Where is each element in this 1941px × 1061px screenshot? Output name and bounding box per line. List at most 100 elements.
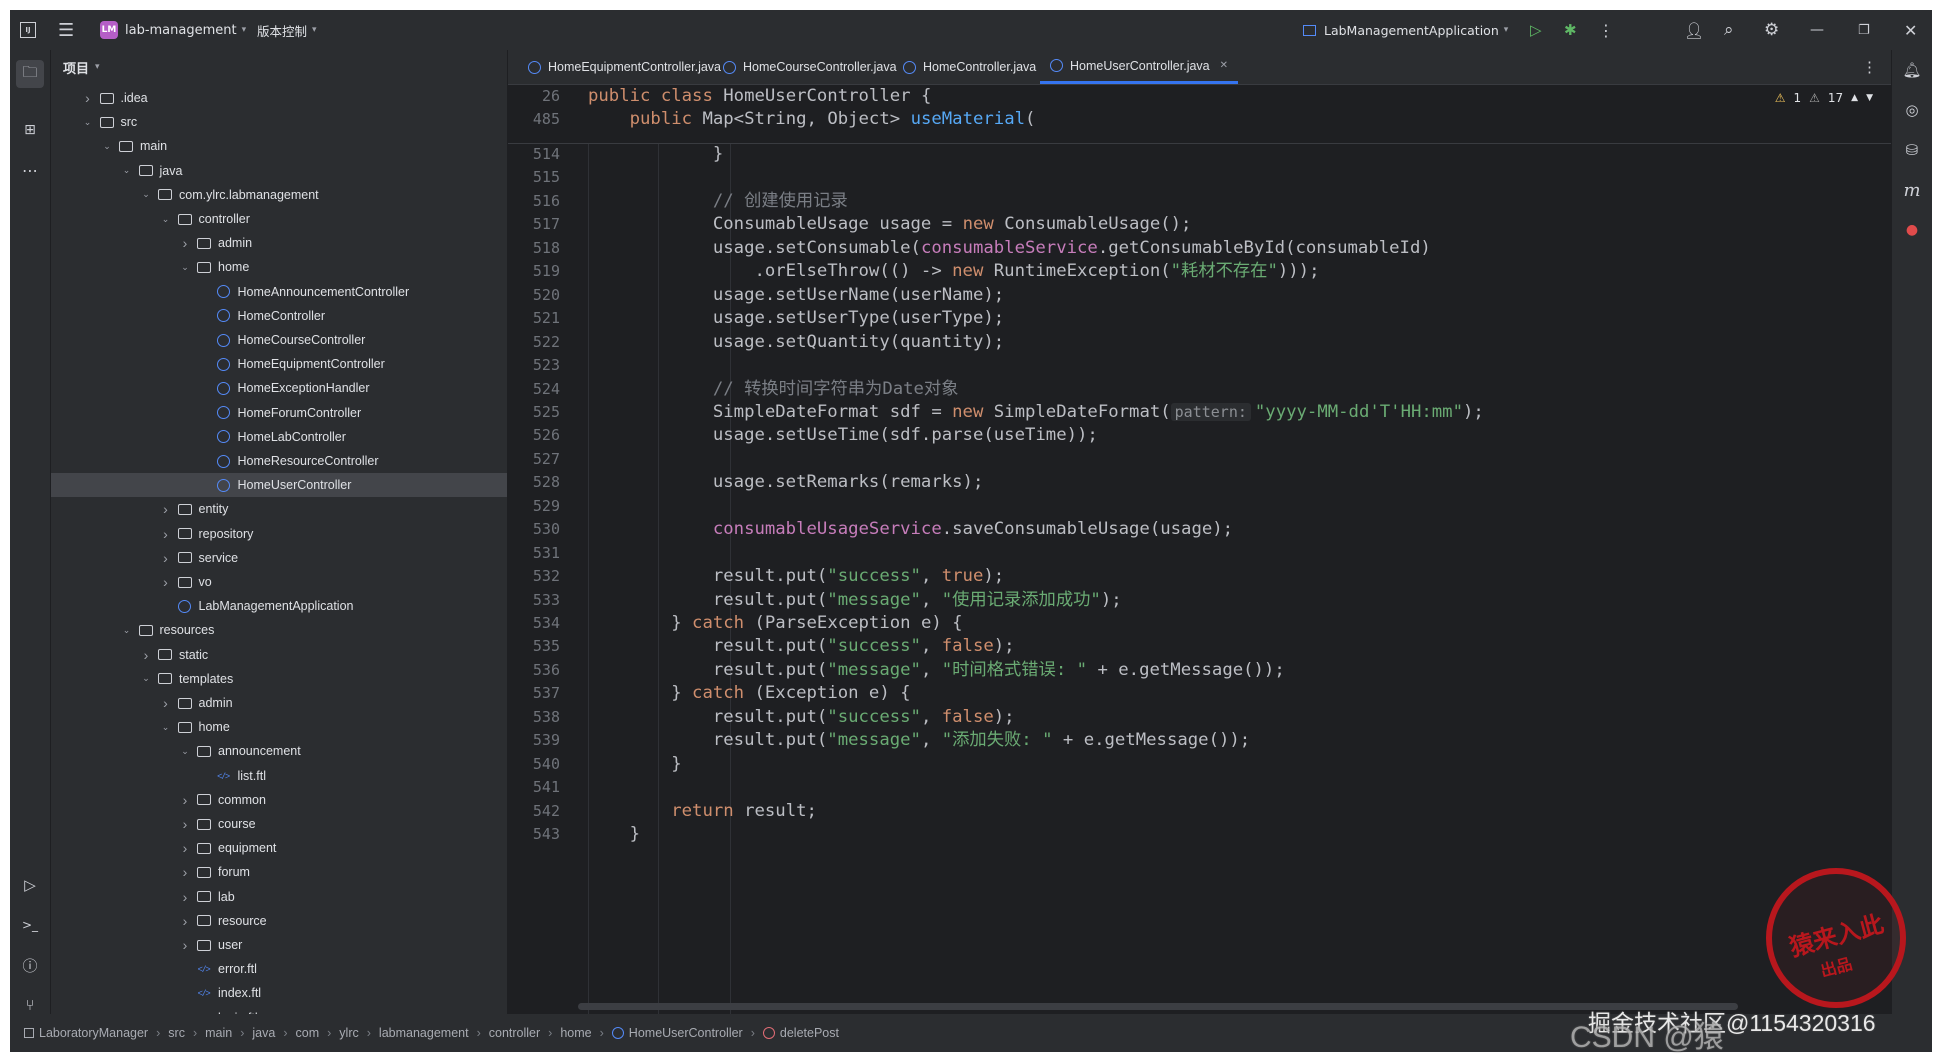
breadcrumb-item[interactable]: com: [296, 1026, 320, 1040]
tree-item[interactable]: › user: [51, 933, 507, 957]
tree-item[interactable]: › .idea: [51, 86, 507, 110]
chevron-right-icon[interactable]: ›: [178, 840, 192, 856]
tree-item[interactable]: HomeForumController: [51, 401, 507, 425]
breadcrumb-item[interactable]: controller: [489, 1026, 540, 1040]
tree-item[interactable]: ⌄ src: [51, 110, 507, 134]
chevron-down-icon[interactable]: ⌄: [139, 189, 153, 200]
tab-homecontroller[interactable]: HomeController.java: [893, 50, 1046, 84]
breadcrumb-item[interactable]: ylrc: [339, 1026, 358, 1040]
settings-icon[interactable]: ⚙: [1764, 20, 1779, 40]
chevron-down-icon[interactable]: ⌄: [178, 746, 192, 757]
main-menu-icon[interactable]: ☰: [58, 20, 74, 41]
chevron-right-icon[interactable]: ›: [178, 913, 192, 929]
chevron-down-icon[interactable]: ⌄: [159, 214, 173, 225]
tree-item[interactable]: › admin: [51, 231, 507, 255]
tree-item[interactable]: › service: [51, 546, 507, 570]
more-horizontal-icon[interactable]: ⋯: [20, 160, 40, 180]
tree-item[interactable]: HomeEquipmentController: [51, 352, 507, 376]
tab-homeequipmentcontroller[interactable]: HomeEquipmentController.java: [518, 50, 731, 84]
chevron-down-icon[interactable]: ⌄: [120, 165, 134, 176]
close-icon[interactable]: ✕: [1904, 21, 1917, 40]
tab-options-icon[interactable]: ⋮: [1862, 58, 1877, 76]
tree-item[interactable]: › entity: [51, 497, 507, 521]
chevron-right-icon[interactable]: ›: [178, 889, 192, 905]
tree-item[interactable]: › forum: [51, 860, 507, 884]
chevron-down-icon[interactable]: ⌄: [100, 141, 114, 152]
tab-homeusercontroller[interactable]: HomeUserController.java ✕: [1040, 50, 1239, 84]
tree-item[interactable]: HomeExceptionHandler: [51, 376, 507, 400]
debug-icon[interactable]: ✱: [1564, 21, 1577, 39]
tree-item[interactable]: › equipment: [51, 836, 507, 860]
tree-item[interactable]: </> list.ftl: [51, 764, 507, 788]
problems-icon[interactable]: ⓘ: [20, 955, 40, 975]
tree-item[interactable]: ⌄ java: [51, 159, 507, 183]
tree-item[interactable]: ⌄ home: [51, 715, 507, 739]
breadcrumb-item[interactable]: deletePost: [780, 1026, 839, 1040]
tree-item[interactable]: HomeUserController: [51, 473, 507, 498]
chevron-down-icon[interactable]: ⌄: [139, 673, 153, 684]
vcs-menu[interactable]: 版本控制 ▾: [257, 21, 317, 40]
run-config-selector[interactable]: LabManagementApplication ▾: [1303, 23, 1508, 38]
chevron-right-icon[interactable]: ›: [159, 574, 173, 590]
project-switcher[interactable]: LM lab-management ▾: [100, 21, 246, 39]
tree-item[interactable]: › static: [51, 643, 507, 667]
tree-item[interactable]: </> index.ftl: [51, 981, 507, 1005]
code-editor[interactable]: 514 } 515 516 // 创建使用记录 517 ConsumableUsage…: [508, 85, 1891, 1014]
ai-assistant-icon[interactable]: ◎: [1902, 100, 1922, 120]
tree-item[interactable]: </>login.ftl: [51, 1006, 507, 1014]
tree-item[interactable]: ⌄ templates: [51, 667, 507, 691]
tree-item[interactable]: › resource: [51, 909, 507, 933]
breadcrumb-item[interactable]: HomeUserController: [629, 1026, 743, 1040]
tree-item[interactable]: HomeCourseController: [51, 328, 507, 352]
search-icon[interactable]: ⌕: [1724, 20, 1734, 40]
services-icon[interactable]: ▷: [20, 875, 40, 895]
run-icon[interactable]: ▷: [1530, 21, 1542, 39]
tree-item[interactable]: ⌄ home: [51, 255, 507, 279]
tree-item[interactable]: › course: [51, 812, 507, 836]
chevron-right-icon[interactable]: ›: [159, 526, 173, 542]
inspection-widget[interactable]: ⚠ 1 ⚠ 17 ▲ ▼: [1775, 91, 1873, 105]
structure-icon[interactable]: ⊞: [20, 120, 40, 140]
chevron-down-icon[interactable]: ⌄: [120, 625, 134, 636]
tree-item[interactable]: › repository: [51, 522, 507, 546]
tree-item[interactable]: </> error.ftl: [51, 957, 507, 981]
chevron-right-icon[interactable]: ›: [159, 501, 173, 517]
user-icon[interactable]: 👤︎: [1684, 21, 1704, 40]
breadcrumb-item[interactable]: src: [168, 1026, 185, 1040]
tree-item[interactable]: LabManagementApplication: [51, 594, 507, 618]
notifications-icon[interactable]: 🔔︎: [1902, 60, 1922, 80]
database-icon[interactable]: ⛁: [1902, 140, 1922, 160]
project-panel-header[interactable]: 项目 ▾: [51, 50, 507, 84]
editor-horizontal-scrollbar[interactable]: [578, 1003, 1738, 1010]
chevron-right-icon[interactable]: ›: [178, 816, 192, 832]
terminal-icon[interactable]: >_: [20, 915, 40, 935]
tree-item[interactable]: HomeAnnouncementController: [51, 280, 507, 304]
chevron-right-icon[interactable]: ›: [159, 550, 173, 566]
tree-item[interactable]: HomeLabController: [51, 425, 507, 449]
chevron-right-icon[interactable]: ›: [139, 647, 153, 663]
chevron-right-icon[interactable]: ›: [178, 792, 192, 808]
tree-item[interactable]: ⌄ resources: [51, 618, 507, 642]
breadcrumb-item[interactable]: labmanagement: [379, 1026, 469, 1040]
breadcrumb-item[interactable]: main: [205, 1026, 232, 1040]
chevron-right-icon[interactable]: ›: [178, 937, 192, 953]
chevron-up-icon[interactable]: ▲: [1851, 93, 1858, 103]
tree-item[interactable]: › admin: [51, 691, 507, 715]
tree-item[interactable]: ⌄ main: [51, 134, 507, 158]
tree-item[interactable]: ⌄ controller: [51, 207, 507, 231]
minimize-icon[interactable]: —: [1810, 22, 1824, 38]
tree-item[interactable]: ⌄ com.ylrc.labmanagement: [51, 183, 507, 207]
git-icon[interactable]: ⑂: [20, 995, 40, 1015]
maximize-icon[interactable]: ❐: [1858, 23, 1870, 38]
chevron-right-icon[interactable]: ›: [178, 235, 192, 251]
tree-item[interactable]: ⌄ announcement: [51, 739, 507, 763]
chevron-down-icon[interactable]: ▼: [1866, 93, 1873, 103]
chevron-down-icon[interactable]: ⌄: [159, 722, 173, 733]
tab-homecoursecontroller[interactable]: HomeCourseController.java: [713, 50, 907, 84]
tree-item[interactable]: HomeResourceController: [51, 449, 507, 473]
chevron-down-icon[interactable]: ⌄: [178, 262, 192, 273]
chevron-right-icon[interactable]: ›: [159, 695, 173, 711]
tab-close-icon[interactable]: ✕: [1220, 60, 1228, 71]
chevron-right-icon[interactable]: ›: [81, 90, 95, 106]
maven-icon[interactable]: m: [1902, 180, 1922, 201]
